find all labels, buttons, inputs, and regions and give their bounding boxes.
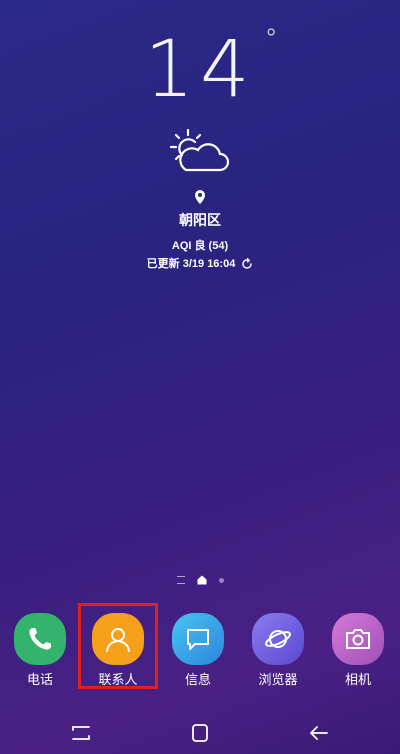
home-button[interactable] <box>187 720 213 746</box>
app-phone[interactable]: 电话 <box>5 613 75 689</box>
partly-cloudy-icon <box>169 128 230 172</box>
aqi-text: AQI 良 (54) <box>171 240 229 252</box>
browser-label: 浏览器 <box>258 672 298 687</box>
message-icon <box>187 629 209 650</box>
phone-app-icon[interactable] <box>14 613 66 665</box>
browser-app-icon[interactable] <box>252 613 304 665</box>
app-browser[interactable]: 浏览器 <box>243 613 313 689</box>
degree-symbol: ° <box>264 24 278 54</box>
home-icon <box>192 724 208 742</box>
browser-icon <box>265 630 291 648</box>
messages-label: 信息 <box>184 672 211 687</box>
recent-apps-button[interactable] <box>68 720 94 746</box>
messages-app-icon[interactable] <box>172 613 224 665</box>
updated-text: 已更新 3/19 16:04 <box>146 258 236 270</box>
temperature: 14 ° <box>144 22 277 118</box>
recent-apps-icon <box>72 726 90 740</box>
navigation-bar <box>0 712 400 754</box>
city-name: 朝阳区 <box>179 212 221 228</box>
weather-widget[interactable]: 14 ° 朝阳区 AQI 良 (54) 已更新 3/19 16:04 <box>0 22 400 272</box>
phone-icon <box>29 628 51 650</box>
location-pin-icon <box>195 190 205 204</box>
back-button[interactable] <box>306 720 332 746</box>
camera-icon <box>346 629 370 649</box>
camera-app-icon[interactable] <box>332 613 384 665</box>
app-camera[interactable]: 相机 <box>323 613 393 689</box>
page-indicator-dot <box>218 577 224 583</box>
page-indicator[interactable] <box>0 575 400 585</box>
page-indicator-home-icon <box>197 575 206 585</box>
camera-label: 相机 <box>344 672 371 687</box>
app-dock: 电话 联系人 信息 浏览器 相机 <box>0 613 400 693</box>
app-messages[interactable]: 信息 <box>163 613 233 689</box>
page-indicator-lines-icon <box>176 576 185 584</box>
update-row: 已更新 3/19 16:04 <box>0 256 400 272</box>
back-icon <box>310 726 328 740</box>
refresh-icon[interactable] <box>241 258 253 270</box>
home-screen: 14 ° 朝阳区 AQI 良 (54) 已更新 3/19 16:04 电话 联系… <box>0 0 400 754</box>
temperature-value: 14 <box>144 25 256 115</box>
contacts-highlight-box <box>78 603 158 689</box>
phone-label: 电话 <box>26 672 53 687</box>
